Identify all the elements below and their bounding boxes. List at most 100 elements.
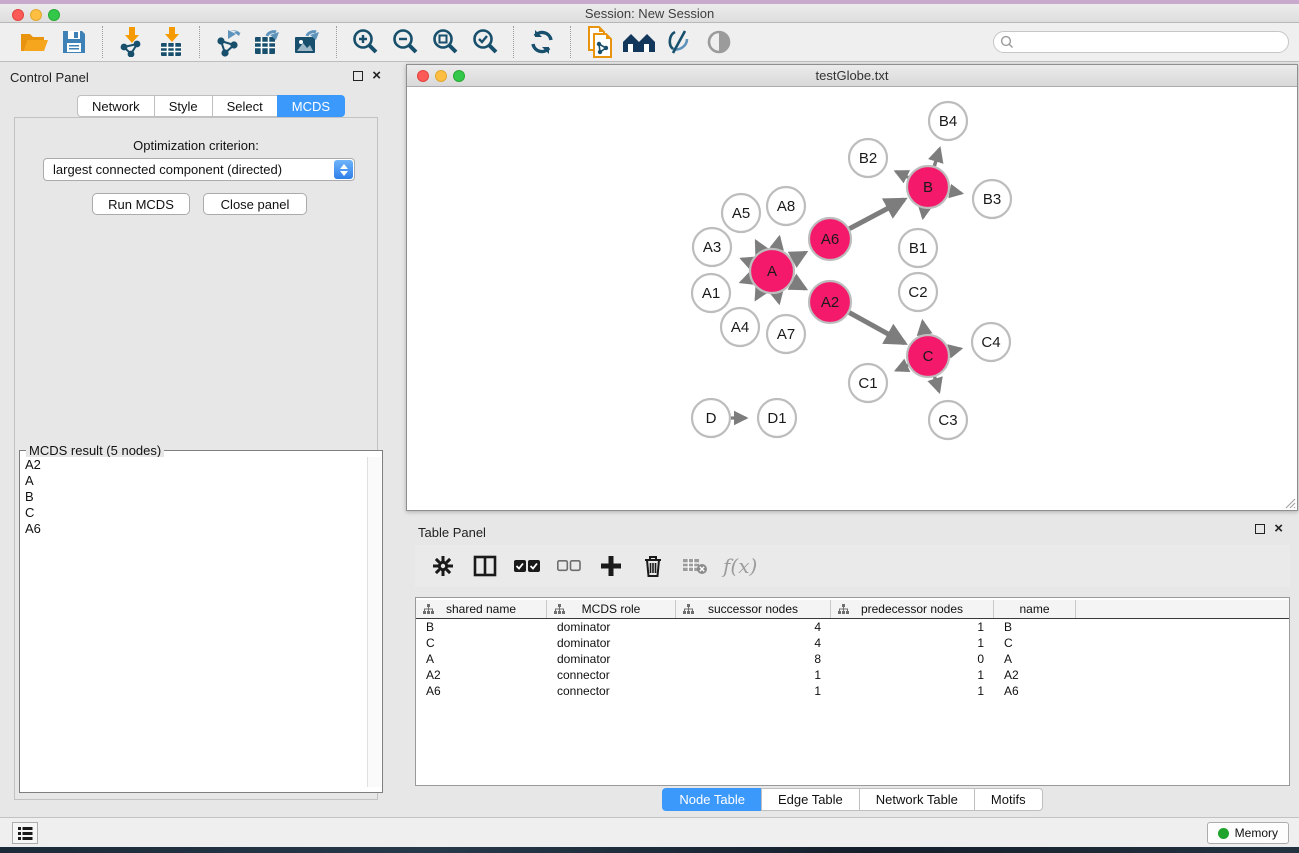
edge-B-B3[interactable] xyxy=(950,191,962,193)
table-cell[interactable]: A6 xyxy=(994,683,1076,699)
mcds-result-item[interactable]: A2 xyxy=(21,457,367,473)
table-cell[interactable]: 4 xyxy=(676,619,831,635)
create-column-icon[interactable] xyxy=(597,552,625,580)
edge-A-A6[interactable] xyxy=(792,253,805,260)
criterion-select[interactable]: largest connected component (directed) xyxy=(43,158,355,181)
select-all-columns-icon[interactable] xyxy=(513,552,541,580)
table-cell[interactable]: dominator xyxy=(547,651,676,667)
table-cell[interactable]: A xyxy=(416,651,547,667)
zoom-network-icon[interactable] xyxy=(453,70,465,82)
show-columns-icon[interactable] xyxy=(471,552,499,580)
table-row[interactable]: Bdominator41B xyxy=(416,619,1289,635)
hide-details-icon[interactable] xyxy=(659,24,699,60)
table-cell[interactable]: 1 xyxy=(831,667,994,683)
table-cell[interactable]: dominator xyxy=(547,619,676,635)
edge-A2-C[interactable] xyxy=(849,313,904,343)
export-table-icon[interactable] xyxy=(248,24,288,60)
run-mcds-button[interactable]: Run MCDS xyxy=(92,193,190,215)
resize-grip-icon[interactable] xyxy=(1282,495,1296,509)
table-cell[interactable]: 4 xyxy=(676,635,831,651)
edge-A-A8[interactable] xyxy=(777,237,779,248)
close-window-icon[interactable] xyxy=(12,9,24,21)
table-cell[interactable]: B xyxy=(994,619,1076,635)
select-spinner-icon[interactable] xyxy=(334,160,353,179)
column-header-predecessor-nodes[interactable]: predecessor nodes xyxy=(831,600,994,618)
zoom-out-icon[interactable] xyxy=(385,24,425,60)
close-network-icon[interactable] xyxy=(417,70,429,82)
edge-A-A7[interactable] xyxy=(777,293,779,302)
table-cell[interactable]: 8 xyxy=(676,651,831,667)
memory-button[interactable]: Memory xyxy=(1207,822,1289,844)
node-table[interactable]: shared nameMCDS rolesuccessor nodesprede… xyxy=(415,597,1290,786)
deselect-all-columns-icon[interactable] xyxy=(555,552,583,580)
edge-A-A1[interactable] xyxy=(741,279,750,282)
column-header-successor-nodes[interactable]: successor nodes xyxy=(676,600,831,618)
table-cell[interactable]: 1 xyxy=(676,667,831,683)
tab-node-table[interactable]: Node Table xyxy=(662,788,761,811)
open-file-icon[interactable] xyxy=(14,24,54,60)
network-graph[interactable]: B4B2BB3A8A5A6A3B1AA1C2A2A4A7C4CC1DD1C3 xyxy=(407,87,1297,510)
table-cell[interactable]: A xyxy=(994,651,1076,667)
network-window-titlebar[interactable]: testGlobe.txt xyxy=(407,65,1297,87)
edge-C-C1[interactable] xyxy=(896,365,908,370)
table-cell[interactable]: connector xyxy=(547,667,676,683)
apply-layout-icon[interactable] xyxy=(522,24,562,60)
table-row[interactable]: Adominator80A xyxy=(416,651,1289,667)
float-panel-icon[interactable] xyxy=(353,71,363,81)
table-cell[interactable]: A6 xyxy=(416,683,547,699)
column-header-shared-name[interactable]: shared name xyxy=(416,600,547,618)
tab-edge-table[interactable]: Edge Table xyxy=(761,788,859,811)
search-input[interactable] xyxy=(993,31,1289,53)
tab-network-table[interactable]: Network Table xyxy=(859,788,974,811)
save-session-icon[interactable] xyxy=(54,24,94,60)
table-cell[interactable]: connector xyxy=(547,683,676,699)
table-row[interactable]: A6connector11A6 xyxy=(416,683,1289,699)
tab-network[interactable]: Network xyxy=(77,95,154,117)
edge-A-A2[interactable] xyxy=(792,282,805,289)
table-cell[interactable]: 1 xyxy=(831,683,994,699)
zoom-window-icon[interactable] xyxy=(48,9,60,21)
table-cell[interactable]: A2 xyxy=(994,667,1076,683)
table-cell[interactable]: 1 xyxy=(831,619,994,635)
tab-select[interactable]: Select xyxy=(212,95,277,117)
edge-A-A3[interactable] xyxy=(742,259,751,263)
mcds-result-list[interactable]: A2ABCA6 xyxy=(21,457,367,787)
edge-B-B2[interactable] xyxy=(896,171,908,177)
table-cell[interactable]: C xyxy=(994,635,1076,651)
edge-C-C4[interactable] xyxy=(949,349,960,352)
close-panel-icon[interactable]: × xyxy=(372,71,381,81)
edge-C-C3[interactable] xyxy=(935,377,939,391)
task-history-button[interactable] xyxy=(12,822,38,844)
edge-C-C2[interactable] xyxy=(923,322,925,335)
close-panel-button[interactable]: Close panel xyxy=(203,193,307,215)
export-network-icon[interactable] xyxy=(208,24,248,60)
zoom-fit-icon[interactable] xyxy=(425,24,465,60)
float-table-panel-icon[interactable] xyxy=(1255,524,1265,534)
table-cell[interactable]: A2 xyxy=(416,667,547,683)
minimize-window-icon[interactable] xyxy=(30,9,42,21)
mcds-result-item[interactable]: C xyxy=(21,505,367,521)
table-cell[interactable]: 0 xyxy=(831,651,994,667)
table-row[interactable]: Cdominator41C xyxy=(416,635,1289,651)
mcds-result-item[interactable]: A xyxy=(21,473,367,489)
tab-style[interactable]: Style xyxy=(154,95,212,117)
table-cell[interactable]: dominator xyxy=(547,635,676,651)
table-cell[interactable]: C xyxy=(416,635,547,651)
edge-B-B4[interactable] xyxy=(934,149,939,166)
edge-A-A5[interactable] xyxy=(756,241,761,250)
tab-mcds[interactable]: MCDS xyxy=(277,95,345,117)
import-table-icon[interactable] xyxy=(151,24,191,60)
mcds-result-item[interactable]: A6 xyxy=(21,521,367,537)
table-row[interactable]: A2connector11A2 xyxy=(416,667,1289,683)
table-cell[interactable]: 1 xyxy=(831,635,994,651)
close-table-panel-icon[interactable]: × xyxy=(1274,524,1283,534)
new-network-from-selection-icon[interactable] xyxy=(579,24,619,60)
edge-B-B1[interactable] xyxy=(923,209,924,218)
minimize-network-icon[interactable] xyxy=(435,70,447,82)
tab-motifs[interactable]: Motifs xyxy=(974,788,1043,811)
mcds-result-item[interactable]: B xyxy=(21,489,367,505)
column-header-MCDS-role[interactable]: MCDS role xyxy=(547,600,676,618)
table-cell[interactable]: 1 xyxy=(676,683,831,699)
edge-A-A4[interactable] xyxy=(756,291,761,299)
export-image-icon[interactable] xyxy=(288,24,328,60)
